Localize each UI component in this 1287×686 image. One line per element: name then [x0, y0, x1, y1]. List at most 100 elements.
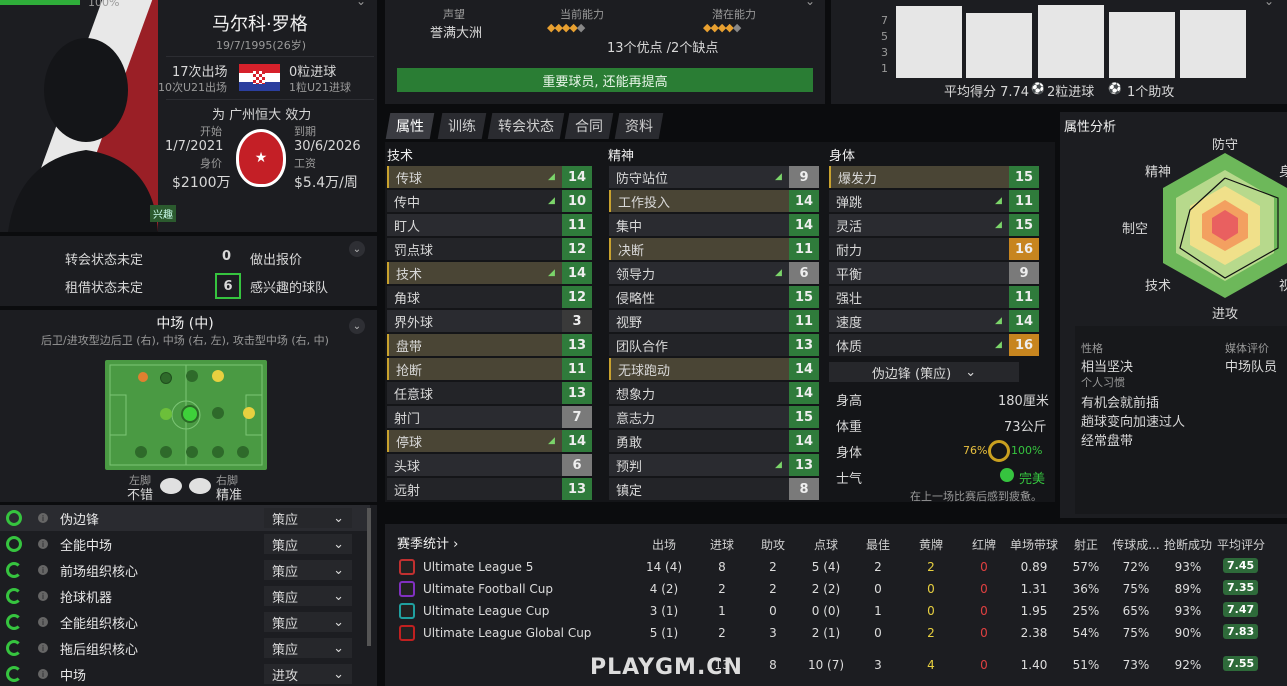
- attribute-row[interactable]: 侵略性 15: [609, 286, 819, 308]
- duty-select[interactable]: 策应 ⌄: [264, 612, 352, 632]
- info-icon[interactable]: i: [38, 591, 48, 601]
- attribute-row[interactable]: 工作投入 14: [609, 190, 819, 212]
- attribute-row[interactable]: 强壮 11: [829, 286, 1039, 308]
- season-row[interactable]: Ultimate League Global Cup 5 (1) 2 3 2 (1) 0 2…: [393, 622, 1278, 644]
- attribute-row[interactable]: 决断 11: [609, 238, 819, 260]
- info-icon[interactable]: i: [38, 513, 48, 523]
- attribute-row[interactable]: 想象力 14: [609, 382, 819, 404]
- info-icon[interactable]: i: [38, 643, 48, 653]
- club-crest-icon[interactable]: ★: [236, 129, 286, 187]
- interest-tag[interactable]: 兴趣: [150, 205, 176, 222]
- tab-contract[interactable]: 合同: [564, 113, 614, 139]
- season-cell: 0: [927, 582, 935, 596]
- attribute-row[interactable]: 盯人 11: [387, 214, 592, 236]
- attribute-row[interactable]: 预判 ◢ 13: [609, 454, 819, 476]
- radar-label: 制空: [1122, 222, 1149, 237]
- chevron-down-icon[interactable]: ⌄: [356, 0, 366, 8]
- attribute-row[interactable]: 界外球 3: [387, 310, 592, 332]
- attribute-row[interactable]: 任意球 13: [387, 382, 592, 404]
- attribute-value: 14: [562, 262, 592, 284]
- duty-select[interactable]: 策应 ⌄: [264, 534, 352, 554]
- attribute-row[interactable]: 无球跑动 14: [609, 358, 819, 380]
- attribute-row[interactable]: 耐力 16: [829, 238, 1039, 260]
- info-icon[interactable]: i: [38, 539, 48, 549]
- duty-select[interactable]: 策应 ⌄: [264, 508, 352, 528]
- rating-bar[interactable]: [1180, 9, 1246, 78]
- attribute-row[interactable]: 领导力 ◢ 6: [609, 262, 819, 284]
- tab-attributes[interactable]: 属性: [385, 113, 435, 139]
- attribute-row[interactable]: 射门 7: [387, 406, 592, 428]
- chevron-down-icon[interactable]: ⌄: [1264, 0, 1274, 8]
- interested-label[interactable]: 感兴趣的球队: [250, 277, 328, 296]
- season-col-header[interactable]: 最佳: [850, 536, 906, 553]
- duty-select[interactable]: 策应 ⌄: [264, 638, 352, 658]
- info-icon[interactable]: i: [38, 617, 48, 627]
- season-col-header[interactable]: 黄牌: [903, 536, 959, 553]
- tab-info[interactable]: 资料: [614, 113, 664, 139]
- duty-select[interactable]: 进攻 ⌄: [264, 664, 352, 684]
- attribute-row[interactable]: 远射 13: [387, 478, 592, 500]
- duty-select[interactable]: 策应 ⌄: [264, 560, 352, 580]
- attribute-row[interactable]: 弹跳 ◢ 11: [829, 190, 1039, 212]
- attribute-row[interactable]: 勇敢 14: [609, 430, 819, 452]
- attribute-row[interactable]: 视野 11: [609, 310, 819, 332]
- attribute-row[interactable]: 传球 ◢ 14: [387, 166, 592, 188]
- attribute-row[interactable]: 角球 12: [387, 286, 592, 308]
- attribute-row[interactable]: 爆发力 15: [829, 166, 1039, 188]
- trend-up-icon: ◢: [995, 220, 1002, 230]
- season-row[interactable]: Ultimate League Cup 3 (1) 1 0 0 (0) 1 0 0 1.95 25…: [393, 600, 1278, 622]
- attribute-row[interactable]: 传中 ◢ 10: [387, 190, 592, 212]
- role-row[interactable]: i 抢球机器 策应 ⌄: [0, 583, 370, 609]
- attribute-row[interactable]: 速度 ◢ 14: [829, 310, 1039, 332]
- roles-scrollbar[interactable]: [367, 508, 371, 646]
- season-col-header[interactable]: 助攻: [745, 536, 801, 553]
- attribute-row[interactable]: 镇定 8: [609, 478, 819, 500]
- role-row[interactable]: i 全能中场 策应 ⌄: [0, 531, 370, 557]
- role-row[interactable]: i 全能组织核心 策应 ⌄: [0, 609, 370, 635]
- rating-bar[interactable]: [1109, 11, 1175, 78]
- attribute-row[interactable]: 体质 ◢ 16: [829, 334, 1039, 356]
- attribute-row[interactable]: 停球 ◢ 14: [387, 430, 592, 452]
- season-col-header[interactable]: 点球: [798, 536, 854, 553]
- tab-transfer[interactable]: 转会状态: [487, 113, 565, 139]
- attribute-row[interactable]: 平衡 9: [829, 262, 1039, 284]
- season-col-header[interactable]: 射正: [1058, 536, 1114, 553]
- role-row[interactable]: i 伪边锋 策应 ⌄: [0, 505, 370, 531]
- offers-label[interactable]: 做出报价: [250, 249, 302, 268]
- attribute-row[interactable]: 防守站位 ◢ 9: [609, 166, 819, 188]
- role-row[interactable]: i 中场 进攻 ⌄: [0, 661, 370, 686]
- season-row[interactable]: Ultimate League 5 14 (4) 8 2 5 (4) 2 2 0 0.89 57%…: [393, 556, 1278, 578]
- rating-bar[interactable]: [1038, 4, 1104, 78]
- tab-training[interactable]: 训练: [437, 113, 487, 139]
- season-col-header[interactable]: 进球: [694, 536, 750, 553]
- attribute-row[interactable]: 技术 ◢ 14: [387, 262, 592, 284]
- rating-bar[interactable]: [966, 12, 1032, 78]
- season-col-header[interactable]: 平均评分: [1213, 536, 1269, 553]
- season-row[interactable]: Ultimate Football Cup 4 (2) 2 2 2 (2) 0 0 0 1.31…: [393, 578, 1278, 600]
- season-title[interactable]: 赛季统计 ›: [397, 533, 458, 552]
- attribute-row[interactable]: 集中 14: [609, 214, 819, 236]
- interested-count[interactable]: 6: [215, 273, 241, 299]
- attribute-row[interactable]: 罚点球 12: [387, 238, 592, 260]
- season-col-header[interactable]: 单场带球: [1006, 536, 1062, 553]
- duty-select[interactable]: 策应 ⌄: [264, 586, 352, 606]
- chevron-down-icon[interactable]: ⌄: [805, 0, 815, 8]
- attribute-row[interactable]: 意志力 15: [609, 406, 819, 428]
- season-col-header[interactable]: 抢断成功: [1160, 536, 1216, 553]
- role-row[interactable]: i 前场组织核心 策应 ⌄: [0, 557, 370, 583]
- info-icon[interactable]: i: [38, 565, 48, 575]
- season-col-header[interactable]: 出场: [636, 536, 692, 553]
- role-select[interactable]: 伪边锋 (策应) ⌄: [829, 362, 1019, 382]
- attribute-row[interactable]: 盘带 13: [387, 334, 592, 356]
- attribute-row[interactable]: 头球 6: [387, 454, 592, 476]
- chevron-down-icon[interactable]: ⌄: [349, 241, 365, 257]
- attribute-row[interactable]: 灵活 ◢ 15: [829, 214, 1039, 236]
- season-col-header[interactable]: 红牌: [956, 536, 1012, 553]
- info-icon[interactable]: i: [38, 669, 48, 679]
- attribute-row[interactable]: 抢断 11: [387, 358, 592, 380]
- role-row[interactable]: i 拖后组织核心 策应 ⌄: [0, 635, 370, 661]
- attribute-row[interactable]: 团队合作 13: [609, 334, 819, 356]
- rating-bar[interactable]: [896, 5, 962, 78]
- traits-summary[interactable]: 13个优点 /2个缺点: [607, 37, 718, 56]
- season-col-header[interactable]: 传球成...: [1108, 536, 1164, 553]
